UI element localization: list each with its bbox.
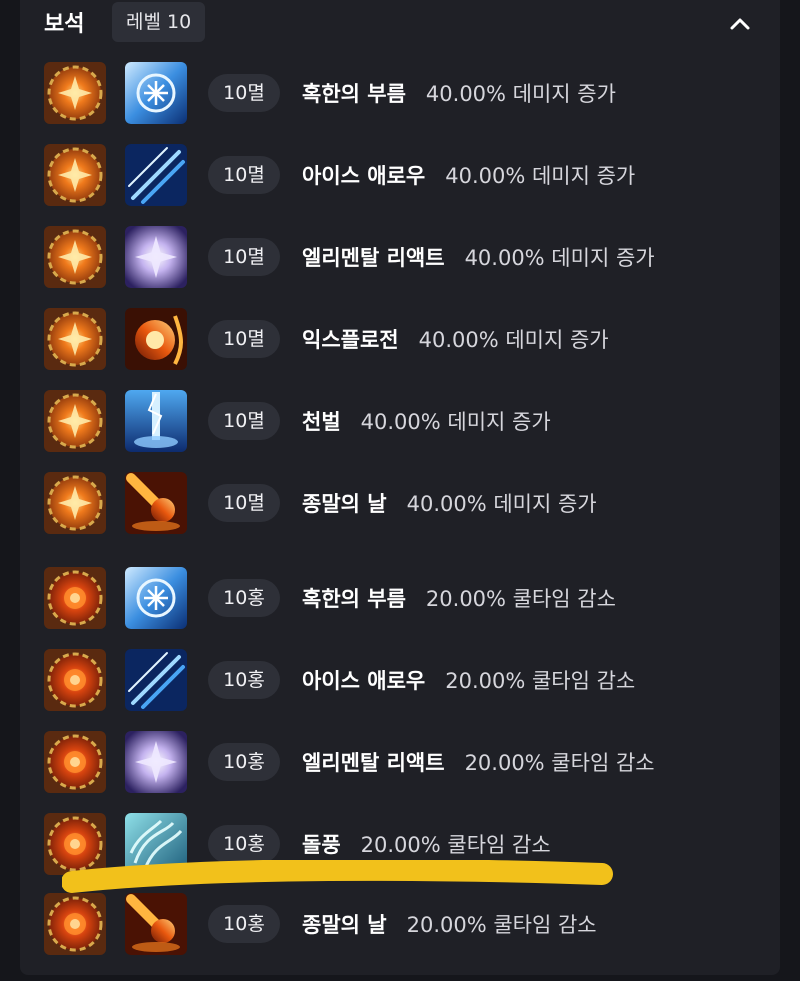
gem-effect: 20.00% 쿨타임 감소 <box>360 833 551 857</box>
gem-description: 익스플로전 40.00% 데미지 증가 <box>302 324 609 354</box>
gem-tier-badge: 10홍 <box>208 825 280 863</box>
skill-name: 종말의 날 <box>302 913 387 937</box>
damage-gem-icon[interactable] <box>44 62 106 124</box>
gem-description: 아이스 애로우 20.00% 쿨타임 감소 <box>302 665 635 695</box>
gem-effect: 20.00% 쿨타임 감소 <box>445 669 636 693</box>
damage-gem-icon[interactable] <box>44 308 106 370</box>
snowflake-skill-icon[interactable] <box>125 567 187 629</box>
gem-row[interactable]: 10멸 익스플로전 40.00% 데미지 증가 <box>44 308 764 372</box>
damage-gem-icon[interactable] <box>44 144 106 206</box>
meteor-skill-icon[interactable] <box>125 893 187 955</box>
crystal-flower-skill-icon[interactable] <box>125 731 187 793</box>
gem-row[interactable]: 10홍 혹한의 부름 20.00% 쿨타임 감소 <box>44 567 764 631</box>
skill-name: 엘리멘탈 리액트 <box>302 751 445 775</box>
skill-name: 아이스 애로우 <box>302 164 426 188</box>
skill-name: 익스플로전 <box>302 328 399 352</box>
gem-description: 천벌 40.00% 데미지 증가 <box>302 406 551 436</box>
gem-effect: 20.00% 쿨타임 감소 <box>464 751 655 775</box>
cooldown-gem-icon[interactable] <box>44 893 106 955</box>
gem-description: 종말의 날 40.00% 데미지 증가 <box>302 488 597 518</box>
chevron-up-icon <box>730 18 750 30</box>
gem-effect: 20.00% 쿨타임 감소 <box>425 587 616 611</box>
gem-description: 종말의 날 20.00% 쿨타임 감소 <box>302 909 597 939</box>
gem-effect: 40.00% 데미지 증가 <box>418 328 609 352</box>
gem-description: 아이스 애로우 40.00% 데미지 증가 <box>302 160 635 190</box>
gem-description: 엘리멘탈 리액트 20.00% 쿨타임 감소 <box>302 747 655 777</box>
damage-gem-icon[interactable] <box>44 472 106 534</box>
ice-arrow-skill-icon[interactable] <box>125 144 187 206</box>
gem-tier-badge: 10멸 <box>208 156 280 194</box>
gem-effect: 40.00% 데미지 증가 <box>406 492 597 516</box>
gem-effect: 20.00% 쿨타임 감소 <box>406 913 597 937</box>
lightning-pillar-skill-icon[interactable] <box>125 390 187 452</box>
meteor-skill-icon[interactable] <box>125 472 187 534</box>
skill-name: 혹한의 부름 <box>302 82 406 106</box>
gem-row[interactable]: 10멸 혹한의 부름 40.00% 데미지 증가 <box>44 62 764 126</box>
skill-name: 천벌 <box>302 410 341 434</box>
gem-row[interactable]: 10멸 종말의 날 40.00% 데미지 증가 <box>44 472 764 536</box>
damage-gem-icon[interactable] <box>44 226 106 288</box>
gem-effect: 40.00% 데미지 증가 <box>445 164 636 188</box>
gem-row[interactable]: 10홍 돌풍 20.00% 쿨타임 감소 <box>44 813 764 877</box>
gem-row[interactable]: 10멸 아이스 애로우 40.00% 데미지 증가 <box>44 144 764 208</box>
fire-burst-skill-icon[interactable] <box>125 308 187 370</box>
snowflake-skill-icon[interactable] <box>125 62 187 124</box>
gem-row[interactable]: 10홍 아이스 애로우 20.00% 쿨타임 감소 <box>44 649 764 713</box>
skill-name: 엘리멘탈 리액트 <box>302 246 445 270</box>
gust-skill-icon[interactable] <box>125 813 187 875</box>
gem-tier-badge: 10홍 <box>208 661 280 699</box>
level-badge: 레벨 10 <box>112 2 206 42</box>
gem-tier-badge: 10멸 <box>208 74 280 112</box>
gem-row[interactable]: 10홍 종말의 날 20.00% 쿨타임 감소 <box>44 893 764 957</box>
gem-effect: 40.00% 데미지 증가 <box>425 82 616 106</box>
gem-row[interactable]: 10홍 엘리멘탈 리액트 20.00% 쿨타임 감소 <box>44 731 764 795</box>
skill-name: 종말의 날 <box>302 492 387 516</box>
crystal-flower-skill-icon[interactable] <box>125 226 187 288</box>
cooldown-gem-icon[interactable] <box>44 731 106 793</box>
ice-arrow-skill-icon[interactable] <box>125 649 187 711</box>
panel-title: 보석 <box>44 12 85 37</box>
gem-tier-badge: 10멸 <box>208 238 280 276</box>
gem-tier-badge: 10멸 <box>208 402 280 440</box>
skill-name: 돌풍 <box>302 833 341 857</box>
damage-gem-icon[interactable] <box>44 390 106 452</box>
gem-effect: 40.00% 데미지 증가 <box>360 410 551 434</box>
gem-tier-badge: 10홍 <box>208 579 280 617</box>
gem-tier-badge: 10홍 <box>208 905 280 943</box>
gem-description: 혹한의 부름 40.00% 데미지 증가 <box>302 78 616 108</box>
skill-name: 혹한의 부름 <box>302 587 406 611</box>
collapse-button[interactable] <box>720 6 760 42</box>
skill-name: 아이스 애로우 <box>302 669 426 693</box>
gem-panel: 보석 레벨 10 10멸 혹한의 부름 40.00% 데미지 증가 10멸 아이스 애로… <box>20 0 780 975</box>
gem-tier-badge: 10멸 <box>208 320 280 358</box>
gem-tier-badge: 10멸 <box>208 484 280 522</box>
gem-description: 돌풍 20.00% 쿨타임 감소 <box>302 829 551 859</box>
gem-description: 혹한의 부름 20.00% 쿨타임 감소 <box>302 583 616 613</box>
gem-row[interactable]: 10멸 엘리멘탈 리액트 40.00% 데미지 증가 <box>44 226 764 290</box>
cooldown-gem-icon[interactable] <box>44 813 106 875</box>
cooldown-gem-icon[interactable] <box>44 567 106 629</box>
gem-row[interactable]: 10멸 천벌 40.00% 데미지 증가 <box>44 390 764 454</box>
gem-effect: 40.00% 데미지 증가 <box>464 246 655 270</box>
cooldown-gem-icon[interactable] <box>44 649 106 711</box>
gem-tier-badge: 10홍 <box>208 743 280 781</box>
panel-header: 보석 레벨 10 <box>20 0 780 48</box>
gem-description: 엘리멘탈 리액트 40.00% 데미지 증가 <box>302 242 655 272</box>
